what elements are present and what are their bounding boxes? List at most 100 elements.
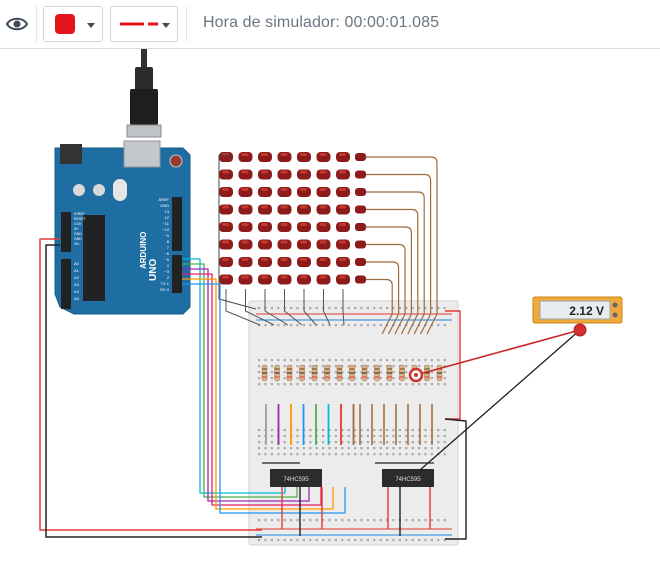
- led-highlight: [300, 240, 307, 244]
- led-highlight: [319, 275, 327, 279]
- led-highlight: [339, 240, 346, 244]
- led-matrix[interactable]: [219, 152, 366, 285]
- led-highlight: [261, 275, 268, 279]
- led-highlight: [261, 240, 268, 244]
- toolbar: Hora de simulador: 00:00:01.085: [0, 0, 660, 49]
- led-highlight: [241, 240, 249, 244]
- line-style-dropdown[interactable]: [110, 6, 178, 42]
- chevron-down-icon: [87, 23, 95, 28]
- led-highlight: [300, 170, 307, 174]
- led[interactable]: [355, 170, 366, 179]
- led-highlight: [319, 258, 327, 261]
- led-highlight: [241, 275, 249, 279]
- eye-icon: [5, 17, 29, 31]
- led-highlight: [222, 188, 229, 191]
- pin-label: IOREF: [74, 212, 85, 216]
- led-highlight: [261, 258, 268, 261]
- led-highlight: [319, 188, 327, 191]
- led-highlight: [319, 170, 327, 174]
- led-highlight: [300, 153, 307, 156]
- multimeter[interactable]: 2.12 V: [532, 296, 623, 324]
- led[interactable]: [355, 275, 366, 284]
- led[interactable]: [355, 205, 366, 214]
- line-style-icon: [120, 22, 158, 26]
- view-toggle-button[interactable]: [0, 4, 34, 44]
- multimeter-reading: 2.12 V: [569, 304, 604, 318]
- led-highlight: [222, 258, 229, 261]
- led-highlight: [241, 153, 249, 156]
- pin-label: A4: [74, 289, 80, 294]
- atmega-chip: [83, 215, 105, 301]
- chip-label: 74HC595: [283, 477, 309, 483]
- led-highlight: [280, 223, 288, 226]
- led-highlight: [300, 188, 307, 191]
- led[interactable]: [355, 153, 366, 161]
- pin-label: ~9: [164, 233, 169, 238]
- pin-label: ~3: [164, 269, 169, 274]
- led-highlight: [280, 188, 288, 191]
- led[interactable]: [355, 223, 366, 231]
- led-highlight: [319, 223, 327, 226]
- pin-label: A5: [74, 296, 80, 301]
- pin-label: 5V: [74, 227, 79, 231]
- shift-register-2[interactable]: 74HC595: [382, 469, 434, 487]
- pin-label: A1: [74, 268, 80, 273]
- led-highlight: [261, 153, 268, 156]
- chevron-down-icon: [162, 23, 170, 28]
- pin-label: 3.3V: [74, 222, 82, 226]
- pin-label: Vin: [74, 242, 79, 246]
- led-highlight: [339, 258, 346, 261]
- led-highlight: [339, 205, 346, 209]
- led-highlight: [300, 275, 307, 279]
- pin-label: ~5: [164, 257, 169, 262]
- circuit-canvas[interactable]: AREFGND1312~11~10~987~6~54~32TX 1RX 0IOR…: [0, 49, 660, 564]
- led-highlight: [222, 240, 229, 244]
- pin-label: ~6: [164, 251, 169, 256]
- reset-button[interactable]: [169, 154, 183, 168]
- pin-label: GND: [160, 203, 169, 208]
- power-jack: [60, 144, 82, 164]
- led[interactable]: [355, 188, 366, 196]
- toolbar-separator: [186, 6, 187, 42]
- led-highlight: [339, 275, 346, 279]
- led-highlight: [300, 205, 307, 209]
- pin-label: GND: [74, 237, 82, 241]
- led-highlight: [222, 205, 229, 209]
- shift-register-1[interactable]: 74HC595: [270, 469, 322, 487]
- pin-label: 13: [165, 209, 170, 214]
- led-highlight: [261, 223, 268, 226]
- toolbar-separator: [36, 6, 37, 42]
- led-highlight: [280, 240, 288, 244]
- led-highlight: [241, 205, 249, 209]
- led[interactable]: [355, 258, 366, 266]
- pin-label: TX 1: [161, 281, 170, 286]
- led-highlight: [319, 240, 327, 244]
- led-highlight: [280, 153, 288, 156]
- usb-cable[interactable]: [126, 49, 162, 138]
- led-highlight: [222, 223, 229, 226]
- simulation-timer: Hora de simulador: 00:00:01.085: [203, 14, 440, 31]
- led-highlight: [339, 188, 346, 191]
- led-highlight: [300, 223, 307, 226]
- pin-label: ~10: [162, 227, 170, 232]
- arduino-model-text: UNO: [148, 259, 159, 281]
- usb-port: [123, 140, 161, 168]
- led-highlight: [280, 258, 288, 261]
- fill-color-swatch: [55, 14, 75, 34]
- fill-color-dropdown[interactable]: [43, 6, 103, 42]
- pin-label: AREF: [158, 197, 169, 202]
- probe-black[interactable]: [573, 323, 587, 337]
- led-highlight: [339, 153, 346, 156]
- led[interactable]: [355, 240, 366, 249]
- led-highlight: [241, 170, 249, 174]
- led-highlight: [280, 170, 288, 174]
- led-highlight: [261, 188, 268, 191]
- led-highlight: [300, 258, 307, 261]
- led-highlight: [261, 205, 268, 209]
- led-highlight: [241, 258, 249, 261]
- led-highlight: [241, 188, 249, 191]
- arduino-uno-board[interactable]: AREFGND1312~11~10~987~6~54~32TX 1RX 0IOR…: [54, 140, 191, 315]
- pin-label: RX 0: [160, 287, 170, 292]
- led-highlight: [339, 223, 346, 226]
- pin-label: RESET: [74, 217, 87, 221]
